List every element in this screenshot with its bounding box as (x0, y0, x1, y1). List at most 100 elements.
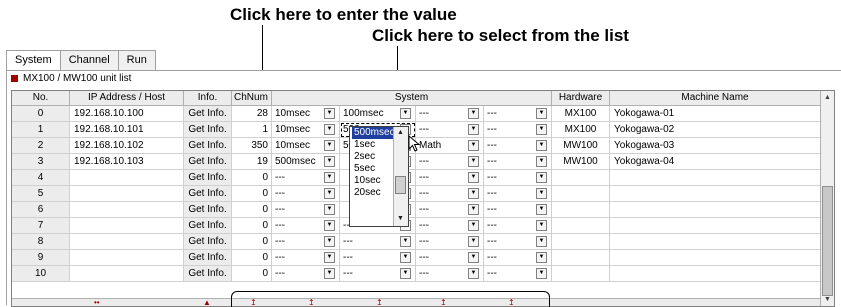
ip-address-cell[interactable] (70, 234, 184, 250)
interval2-select[interactable]: --- ▼ (340, 250, 416, 266)
chnum-cell[interactable]: 1 (232, 122, 272, 138)
option-select[interactable]: --- ▼ (416, 234, 484, 250)
dropdown-arrow-icon[interactable]: ▼ (324, 140, 335, 151)
scroll-down-icon[interactable]: ▼ (822, 294, 833, 305)
machine-name-cell[interactable] (610, 170, 821, 186)
interval-select[interactable]: 10msec ▼ (272, 138, 340, 154)
dropdown-arrow-icon[interactable]: ▼ (468, 220, 479, 231)
dropdown-arrow-icon[interactable]: ▼ (468, 268, 479, 279)
ip-address-cell[interactable]: 192.168.10.102 (70, 138, 184, 154)
interval-select[interactable]: --- ▼ (272, 234, 340, 250)
option2-select[interactable]: --- ▼ (484, 266, 552, 282)
dropdown-arrow-icon[interactable]: ▼ (536, 108, 547, 119)
interval-dropdown-list[interactable]: 500msec 1sec 2sec 5sec 10sec 20sec ▲ ▼ (349, 126, 409, 227)
option-select[interactable]: --- ▼ (416, 202, 484, 218)
dropdown-arrow-icon[interactable]: ▼ (536, 268, 547, 279)
option-select[interactable]: --- ▼ (416, 154, 484, 170)
machine-name-cell[interactable] (610, 250, 821, 266)
get-info-button[interactable]: Get Info. (184, 202, 232, 218)
dropdown-scroll-down-icon[interactable]: ▼ (395, 213, 406, 225)
option2-select[interactable]: --- ▼ (484, 138, 552, 154)
ip-address-cell[interactable] (70, 170, 184, 186)
chnum-cell[interactable]: 28 (232, 106, 272, 122)
dropdown-arrow-icon[interactable]: ▼ (468, 188, 479, 199)
machine-name-cell[interactable] (610, 234, 821, 250)
get-info-button[interactable]: Get Info. (184, 186, 232, 202)
dropdown-arrow-icon[interactable]: ▼ (400, 108, 411, 119)
get-info-button[interactable]: Get Info. (184, 234, 232, 250)
dropdown-scroll-up-icon[interactable]: ▲ (395, 127, 406, 139)
option-select[interactable]: --- ▼ (416, 266, 484, 282)
dropdown-option[interactable]: 1sec (352, 139, 395, 151)
tab-run[interactable]: Run (117, 50, 156, 70)
dropdown-arrow-icon[interactable]: ▼ (468, 252, 479, 263)
dropdown-option[interactable]: 20sec (352, 187, 395, 199)
ip-address-cell[interactable]: 192.168.10.103 (70, 154, 184, 170)
dropdown-arrow-icon[interactable]: ▼ (324, 220, 335, 231)
option2-select[interactable]: --- ▼ (484, 218, 552, 234)
interval-select[interactable]: --- ▼ (272, 250, 340, 266)
option-select[interactable]: Math ▼ (416, 138, 484, 154)
machine-name-cell[interactable] (610, 218, 821, 234)
option2-select[interactable]: --- ▼ (484, 122, 552, 138)
chnum-cell[interactable]: 350 (232, 138, 272, 154)
interval-select[interactable]: 10msec ▼ (272, 122, 340, 138)
get-info-button[interactable]: Get Info. (184, 154, 232, 170)
machine-name-cell[interactable]: Yokogawa-01 (610, 106, 821, 122)
dropdown-arrow-icon[interactable]: ▼ (324, 172, 335, 183)
dropdown-arrow-icon[interactable]: ▼ (324, 236, 335, 247)
interval2-select[interactable]: 100msec ▼ (340, 106, 416, 122)
interval-select[interactable]: --- ▼ (272, 170, 340, 186)
interval-select[interactable]: 10msec ▼ (272, 106, 340, 122)
dropdown-arrow-icon[interactable]: ▼ (536, 172, 547, 183)
option2-select[interactable]: --- ▼ (484, 186, 552, 202)
dropdown-arrow-icon[interactable]: ▼ (400, 236, 411, 247)
dropdown-arrow-icon[interactable]: ▼ (324, 188, 335, 199)
ip-address-cell[interactable]: 192.168.10.100 (70, 106, 184, 122)
option2-select[interactable]: --- ▼ (484, 234, 552, 250)
dropdown-arrow-icon[interactable]: ▼ (324, 124, 335, 135)
dropdown-arrow-icon[interactable]: ▼ (536, 156, 547, 167)
option-select[interactable]: --- ▼ (416, 122, 484, 138)
get-info-button[interactable]: Get Info. (184, 170, 232, 186)
chnum-cell[interactable]: 0 (232, 170, 272, 186)
option2-select[interactable]: --- ▼ (484, 202, 552, 218)
chnum-cell[interactable]: 19 (232, 154, 272, 170)
dropdown-arrow-icon[interactable]: ▼ (536, 220, 547, 231)
dropdown-arrow-icon[interactable]: ▼ (324, 252, 335, 263)
dropdown-arrow-icon[interactable]: ▼ (536, 204, 547, 215)
dropdown-arrow-icon[interactable]: ▼ (400, 268, 411, 279)
chnum-cell[interactable]: 0 (232, 202, 272, 218)
dropdown-arrow-icon[interactable]: ▼ (400, 252, 411, 263)
get-info-button[interactable]: Get Info. (184, 250, 232, 266)
option2-select[interactable]: --- ▼ (484, 250, 552, 266)
dropdown-option-selected[interactable]: 500msec (352, 127, 395, 139)
dropdown-arrow-icon[interactable]: ▼ (468, 204, 479, 215)
interval-select[interactable]: --- ▼ (272, 186, 340, 202)
dropdown-arrow-icon[interactable]: ▼ (536, 236, 547, 247)
ip-address-cell[interactable] (70, 250, 184, 266)
interval-select[interactable]: 500msec ▼ (272, 154, 340, 170)
interval2-select[interactable]: --- ▼ (340, 234, 416, 250)
dropdown-arrow-icon[interactable]: ▼ (468, 124, 479, 135)
interval-select[interactable]: --- ▼ (272, 218, 340, 234)
dropdown-arrow-icon[interactable]: ▼ (536, 140, 547, 151)
dropdown-arrow-icon[interactable]: ▼ (536, 252, 547, 263)
option-select[interactable]: --- ▼ (416, 250, 484, 266)
ip-address-cell[interactable] (70, 202, 184, 218)
ip-address-cell[interactable]: 192.168.10.101 (70, 122, 184, 138)
scroll-up-icon[interactable]: ▲ (822, 92, 833, 103)
option-select[interactable]: --- ▼ (416, 170, 484, 186)
tab-system[interactable]: System (6, 50, 61, 71)
machine-name-cell[interactable] (610, 186, 821, 202)
machine-name-cell[interactable]: Yokogawa-04 (610, 154, 821, 170)
chnum-cell[interactable]: 0 (232, 250, 272, 266)
interval-select[interactable]: --- ▼ (272, 266, 340, 282)
machine-name-cell[interactable]: Yokogawa-03 (610, 138, 821, 154)
dropdown-arrow-icon[interactable]: ▼ (468, 156, 479, 167)
ip-address-cell[interactable] (70, 186, 184, 202)
machine-name-cell[interactable]: Yokogawa-02 (610, 122, 821, 138)
get-info-button[interactable]: Get Info. (184, 122, 232, 138)
dropdown-arrow-icon[interactable]: ▼ (468, 108, 479, 119)
machine-name-cell[interactable] (610, 202, 821, 218)
